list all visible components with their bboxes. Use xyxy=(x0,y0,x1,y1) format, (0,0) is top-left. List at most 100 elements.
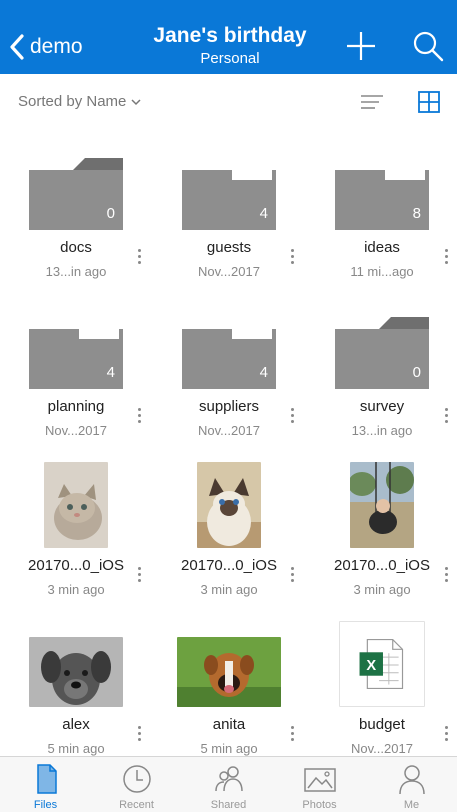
grid-item-survey[interactable]: 0 survey 13...in ago xyxy=(306,287,457,445)
more-options-button[interactable] xyxy=(132,564,146,588)
more-options-button[interactable] xyxy=(132,723,146,747)
item-name: guests xyxy=(206,239,252,256)
plus-icon xyxy=(347,32,375,60)
grid-item-suppliers[interactable]: 4 suppliers Nov...2017 xyxy=(153,287,305,445)
excel-file-icon: X xyxy=(339,621,425,707)
item-count-badge: 4 xyxy=(106,364,115,381)
dog-photo xyxy=(29,637,123,707)
item-date: 3 min ago xyxy=(353,582,411,597)
chevron-down-icon xyxy=(131,98,141,105)
grid-view-button[interactable] xyxy=(416,89,442,115)
grid-item-photo[interactable]: 20170...0_iOS 3 min ago xyxy=(0,446,152,604)
folder-icon: 4 xyxy=(182,158,276,230)
grid-view-icon xyxy=(418,91,440,113)
tab-label: Photos xyxy=(302,799,337,811)
item-date: 13...in ago xyxy=(351,423,413,438)
grid-item-photo[interactable]: 20170...0_iOS 3 min ago xyxy=(153,446,305,604)
item-name: anita xyxy=(212,716,246,733)
boxer-dog-photo xyxy=(177,637,281,707)
list-view-button[interactable] xyxy=(359,89,385,115)
grid-item-anita[interactable]: anita 5 min ago xyxy=(153,605,305,763)
folder-icon: 4 xyxy=(182,317,276,389)
people-icon xyxy=(214,766,243,792)
grid-item-alex[interactable]: alex 5 min ago xyxy=(0,605,152,763)
folder-icon: 0 xyxy=(29,158,123,230)
folder-icon: 8 xyxy=(335,158,429,230)
item-name: docs xyxy=(60,239,92,256)
tab-files[interactable]: Files xyxy=(0,763,91,812)
add-button[interactable] xyxy=(343,28,379,64)
folder-icon: 0 xyxy=(335,317,429,389)
tab-photos[interactable]: Photos xyxy=(274,763,365,812)
item-date: 5 min ago xyxy=(47,741,105,756)
tab-label: Shared xyxy=(210,799,247,811)
more-options-button[interactable] xyxy=(132,246,146,270)
chevron-left-icon xyxy=(10,34,24,60)
grid-item-docs[interactable]: 0 docs 13...in ago xyxy=(0,128,152,286)
top-bar: demo Jane's birthday Personal xyxy=(0,0,457,74)
more-options-button[interactable] xyxy=(439,246,453,270)
grid-item-planning[interactable]: 4 planning Nov...2017 xyxy=(0,287,152,445)
tab-label: Files xyxy=(33,799,58,811)
svg-text:X: X xyxy=(366,658,376,674)
item-date: 3 min ago xyxy=(47,582,105,597)
more-options-button[interactable] xyxy=(439,723,453,747)
item-date: Nov...2017 xyxy=(198,423,260,438)
back-label: demo xyxy=(30,35,83,58)
more-options-button[interactable] xyxy=(439,564,453,588)
tab-recent[interactable]: Recent xyxy=(91,763,182,812)
item-name: survey xyxy=(359,398,405,415)
folder-title: Jane's birthday xyxy=(153,24,307,47)
more-options-button[interactable] xyxy=(439,405,453,429)
tab-shared[interactable]: Shared xyxy=(183,763,274,812)
folder-subtitle: Personal xyxy=(200,50,260,67)
baby-swing-photo xyxy=(350,462,414,548)
sort-dropdown[interactable]: Sorted by Name xyxy=(18,93,142,110)
sort-label: Sorted by Name xyxy=(18,93,127,110)
photos-icon xyxy=(303,768,336,792)
clock-icon xyxy=(122,765,151,793)
item-date: 13...in ago xyxy=(45,264,107,279)
item-date: Nov...2017 xyxy=(351,741,413,756)
item-name: planning xyxy=(47,398,105,415)
more-options-button[interactable] xyxy=(285,564,299,588)
tab-me[interactable]: Me xyxy=(366,763,457,812)
grid-item-guests[interactable]: 4 guests Nov...2017 xyxy=(153,128,305,286)
grid-item-ideas[interactable]: 8 ideas 11 mi...ago xyxy=(306,128,457,286)
grid-item-photo[interactable]: 20170...0_iOS 3 min ago xyxy=(306,446,457,604)
item-count-badge: 0 xyxy=(106,205,115,222)
item-date: 11 mi...ago xyxy=(350,264,414,279)
kitten-photo xyxy=(44,462,108,548)
siamese-cat-photo xyxy=(197,462,261,548)
item-date: 5 min ago xyxy=(200,741,258,756)
grid-item-budget[interactable]: X budget Nov...2017 xyxy=(306,605,457,763)
folder-icon: 4 xyxy=(29,317,123,389)
item-count-badge: 8 xyxy=(412,205,421,222)
list-view-icon xyxy=(361,95,383,109)
item-date: 3 min ago xyxy=(200,582,258,597)
more-options-button[interactable] xyxy=(285,405,299,429)
item-name: suppliers xyxy=(198,398,260,415)
item-name: 20170...0_iOS xyxy=(181,557,277,574)
tab-label: Me xyxy=(403,799,420,811)
more-options-button[interactable] xyxy=(285,246,299,270)
more-options-button[interactable] xyxy=(132,405,146,429)
person-icon xyxy=(398,765,425,795)
tab-label: Recent xyxy=(119,799,154,811)
item-date: Nov...2017 xyxy=(198,264,260,279)
item-name: 20170...0_iOS xyxy=(28,557,124,574)
view-toolbar: Sorted by Name xyxy=(0,74,457,128)
bottom-tab-bar: Files Recent Shared Photos Me xyxy=(0,756,457,812)
item-name: budget xyxy=(359,716,405,733)
item-name: 20170...0_iOS xyxy=(334,557,430,574)
item-name: ideas xyxy=(364,239,400,256)
more-options-button[interactable] xyxy=(285,723,299,747)
item-count-badge: 4 xyxy=(259,364,268,381)
item-date: Nov...2017 xyxy=(45,423,107,438)
back-button[interactable]: demo xyxy=(8,30,83,64)
item-count-badge: 4 xyxy=(259,205,268,222)
item-name: alex xyxy=(62,716,90,733)
search-button[interactable] xyxy=(410,28,446,64)
item-count-badge: 0 xyxy=(412,364,421,381)
files-icon xyxy=(36,764,57,794)
